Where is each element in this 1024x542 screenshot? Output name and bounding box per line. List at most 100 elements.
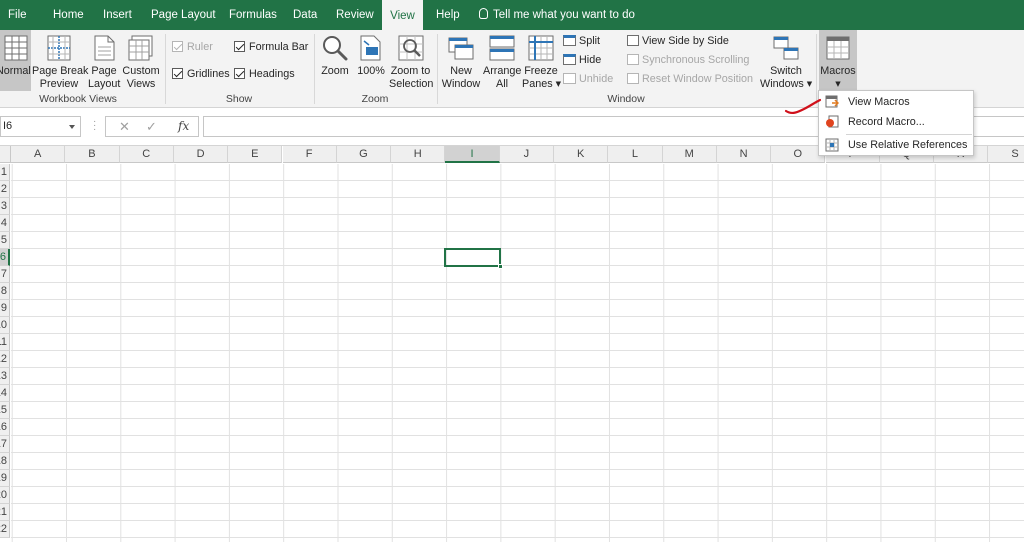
cancel-icon[interactable]: ✕	[119, 119, 130, 135]
group-label-show: Show	[225, 93, 253, 105]
row-header-18[interactable]: 18	[0, 453, 10, 470]
row-header-10[interactable]: 10	[0, 317, 10, 334]
row-header-19[interactable]: 19	[0, 470, 10, 487]
custom-views-button[interactable]: Custom Views	[121, 30, 161, 91]
column-header-k[interactable]: K	[554, 146, 609, 163]
tab-home[interactable]: Home	[53, 0, 84, 30]
tab-formulas[interactable]: Formulas	[229, 0, 277, 30]
row-header-22[interactable]: 22	[0, 521, 10, 538]
column-header-i[interactable]: I	[445, 146, 500, 163]
gridlines-checkbox[interactable]: Gridlines	[172, 66, 230, 82]
row-number: 5	[0, 234, 7, 246]
relative-references-icon	[825, 138, 839, 152]
split-button[interactable]: Split	[563, 33, 600, 49]
tab-page-layout[interactable]: Page Layout	[151, 0, 216, 30]
normal-view-button[interactable]: Normal	[0, 30, 31, 91]
column-header-g[interactable]: G	[336, 146, 392, 163]
insert-function-icon[interactable]: fx	[178, 119, 189, 133]
new-window-button[interactable]: New Window	[440, 30, 482, 91]
magnifier-icon	[323, 36, 348, 61]
enter-icon[interactable]: ✓	[146, 119, 157, 135]
hide-label: Hide	[579, 54, 602, 66]
zoom-to-selection-button[interactable]: Zoom to Selection	[389, 30, 433, 91]
page-layout-view-button[interactable]: Page Layout	[88, 30, 120, 91]
row-header-3[interactable]: 3	[0, 198, 10, 215]
column-header-b[interactable]: B	[65, 146, 120, 163]
column-header-a[interactable]: A	[11, 146, 66, 163]
column-header-j[interactable]: J	[499, 146, 554, 163]
chevron-down-icon[interactable]	[69, 125, 75, 129]
headings-checkbox[interactable]: Headings	[234, 66, 295, 82]
macros-label: Macros	[820, 65, 856, 77]
name-box[interactable]: I6	[0, 116, 81, 137]
arrange-all-button[interactable]: Arrange All	[483, 30, 521, 91]
custom-views-label-2: Views	[126, 78, 156, 90]
tab-file[interactable]: File	[8, 0, 27, 30]
row-header-2[interactable]: 2	[0, 181, 10, 198]
menu-item-record-macro[interactable]: Record Macro...	[819, 112, 973, 133]
ruler-label: Ruler	[187, 41, 213, 53]
view-side-by-side-button[interactable]: View Side by Side	[627, 33, 729, 49]
row-header-9[interactable]: 9	[0, 300, 10, 317]
row-header-5[interactable]: 5	[0, 232, 10, 249]
row-header-20[interactable]: 20	[0, 487, 10, 504]
ruler-checkbox[interactable]: Ruler	[172, 39, 213, 55]
reset-window-position-button[interactable]: Reset Window Position	[627, 71, 753, 87]
switch-windows-icon	[773, 36, 799, 60]
row-number: 3	[0, 200, 7, 212]
checkbox-icon	[172, 68, 183, 79]
column-header-d[interactable]: D	[173, 146, 229, 163]
column-header-e[interactable]: E	[228, 146, 283, 163]
column-header-n[interactable]: N	[716, 146, 772, 163]
hide-button[interactable]: Hide	[563, 52, 601, 68]
column-header-m[interactable]: M	[662, 146, 717, 163]
row-header-12[interactable]: 12	[0, 351, 10, 368]
freeze-panes-button[interactable]: Freeze Panes ▾	[522, 30, 562, 91]
active-cell[interactable]	[444, 248, 503, 269]
row-header-16[interactable]: 16	[0, 419, 10, 436]
relative-references-label: Use Relative References	[848, 139, 968, 151]
row-header-14[interactable]: 14	[0, 385, 10, 402]
tab-help[interactable]: Help	[436, 0, 460, 30]
row-header-4[interactable]: 4	[0, 215, 10, 232]
worksheet-grid[interactable]: ABCDEFGHIJKLMNOPQRS123456789101112131415…	[0, 146, 1024, 542]
row-header-6[interactable]: 6	[0, 249, 10, 266]
side-by-side-icon	[627, 35, 639, 46]
switch-windows-button[interactable]: Switch Windows ▾	[760, 30, 812, 91]
row-header-21[interactable]: 21	[0, 504, 10, 521]
row-header-7[interactable]: 7	[0, 266, 10, 283]
column-header-h[interactable]: H	[391, 146, 446, 163]
menu-item-view-macros[interactable]: View Macros	[819, 92, 973, 113]
zoom-100-button[interactable]: 100%	[354, 30, 388, 91]
row-header-1[interactable]: 1	[0, 164, 10, 181]
headings-label: Headings	[249, 68, 295, 80]
column-header-f[interactable]: F	[282, 146, 337, 163]
formula-bar-grip-icon[interactable]: · · ·	[93, 117, 96, 135]
tab-review[interactable]: Review	[336, 0, 374, 30]
zoom-button[interactable]: Zoom	[318, 30, 352, 91]
page-break-preview-button[interactable]: Page Break Preview	[32, 30, 88, 91]
select-all-corner[interactable]	[0, 146, 11, 163]
macros-button[interactable]: Macros ▾	[819, 30, 857, 91]
tab-insert[interactable]: Insert	[103, 0, 132, 30]
fill-handle[interactable]	[497, 264, 503, 269]
column-header-l[interactable]: L	[608, 146, 663, 163]
column-header-s[interactable]: S	[988, 146, 1024, 163]
formula-bar-checkbox[interactable]: Formula Bar	[234, 39, 308, 55]
freeze-label-2: Panes ▾	[522, 78, 562, 90]
cell-area[interactable]	[11, 164, 1024, 542]
row-header-15[interactable]: 15	[0, 402, 10, 419]
synchronous-scrolling-button[interactable]: Synchronous Scrolling	[627, 52, 749, 68]
row-number: 13	[0, 370, 7, 382]
tab-view[interactable]: View	[382, 0, 423, 30]
tell-me-search[interactable]: Tell me what you want to do	[479, 0, 635, 30]
row-header-8[interactable]: 8	[0, 283, 10, 300]
menu-item-use-relative-references[interactable]: Use Relative References	[819, 135, 973, 156]
row-header-17[interactable]: 17	[0, 436, 10, 453]
lightbulb-icon	[479, 8, 488, 19]
tab-data[interactable]: Data	[293, 0, 317, 30]
unhide-button[interactable]: Unhide	[563, 71, 613, 87]
row-header-11[interactable]: 11	[0, 334, 10, 351]
row-header-13[interactable]: 13	[0, 368, 10, 385]
column-header-c[interactable]: C	[119, 146, 174, 163]
